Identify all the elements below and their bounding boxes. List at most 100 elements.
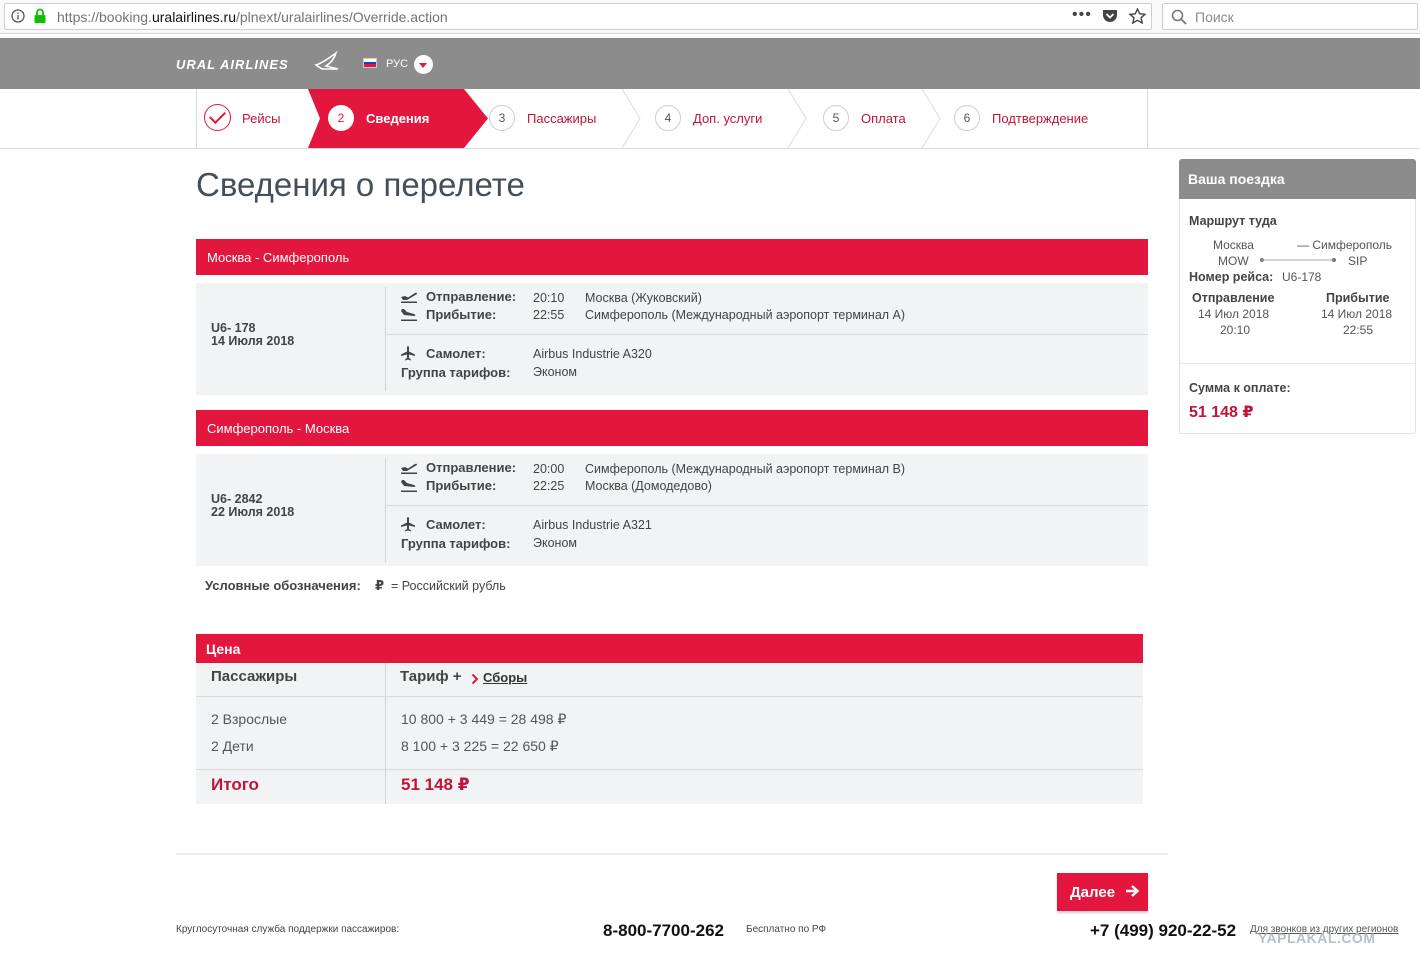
divider bbox=[385, 458, 386, 562]
fare-calculation: 10 800 + 3 449 = 28 498 ₽ bbox=[401, 711, 567, 727]
chevron-right-icon bbox=[471, 672, 479, 690]
steps-right-border bbox=[1147, 89, 1148, 148]
search-placeholder: Поиск bbox=[1195, 9, 1234, 25]
language-label: РУС bbox=[386, 58, 409, 70]
step-separator bbox=[621, 89, 641, 148]
language-dropdown-button[interactable] bbox=[414, 55, 433, 74]
passenger-type: 2 Взрослые bbox=[211, 711, 288, 727]
step-separator bbox=[921, 89, 941, 148]
segment-route-header: Москва - Симферополь bbox=[196, 239, 1148, 275]
to-code: SIP bbox=[1348, 254, 1368, 268]
flight-number: U6- 2842 bbox=[211, 492, 263, 506]
plane-icon bbox=[400, 516, 416, 537]
bookmark-star-icon[interactable] bbox=[1128, 7, 1147, 29]
flight-number: U6- 178 bbox=[211, 321, 256, 335]
arrival-time: 22:25 bbox=[533, 479, 565, 493]
step-confirmation[interactable]: Подтверждение bbox=[992, 111, 1088, 126]
divider bbox=[385, 287, 386, 391]
step-number-3: 3 bbox=[489, 105, 515, 131]
step-passengers[interactable]: Пассажиры bbox=[527, 111, 596, 126]
ruble-symbol: ₽ bbox=[375, 578, 385, 593]
flight-date: 14 Июля 2018 bbox=[211, 334, 295, 348]
fees-link[interactable]: Сборы bbox=[483, 670, 527, 685]
segment-route: Москва - Симферополь bbox=[207, 250, 350, 265]
support-text: Круглосуточная служба поддержки пассажир… bbox=[176, 924, 400, 935]
step-extras[interactable]: Доп. услуги bbox=[693, 111, 762, 126]
flight-date: 22 Июля 2018 bbox=[211, 505, 295, 519]
steps-left-border bbox=[196, 89, 197, 148]
route-line-icon bbox=[1260, 258, 1336, 262]
route-label: Маршрут туда bbox=[1189, 214, 1277, 228]
legend-text: = Российский рубль bbox=[391, 579, 506, 593]
logo[interactable]: URAL AIRLINES bbox=[176, 57, 289, 72]
divider bbox=[385, 663, 386, 804]
more-actions-icon[interactable]: ••• bbox=[1072, 6, 1092, 24]
search-bar[interactable]: Поиск bbox=[1162, 3, 1418, 30]
step-flights[interactable]: Рейсы bbox=[242, 111, 280, 126]
russia-flag-icon bbox=[363, 58, 377, 68]
departure-date: 14 Июл 2018 bbox=[1198, 307, 1270, 321]
aircraft-type: Airbus Industrie A321 bbox=[533, 518, 652, 532]
fare-group-label: Группа тарифов: bbox=[401, 536, 511, 551]
arrival-time: 22:55 bbox=[1343, 323, 1374, 337]
departure-airport: Москва (Жуковский) bbox=[585, 291, 702, 305]
arrival-date: 14 Июл 2018 bbox=[1321, 307, 1393, 321]
takeoff-icon bbox=[400, 289, 418, 308]
segment-route: Симферополь - Москва bbox=[207, 421, 350, 436]
departure-label: Отправление: bbox=[426, 460, 517, 475]
step-separator bbox=[787, 89, 807, 148]
fare-calculation: 8 100 + 3 225 = 22 650 ₽ bbox=[401, 738, 559, 754]
next-button[interactable]: Далее bbox=[1057, 873, 1148, 911]
footer-divider bbox=[176, 853, 1168, 855]
step-number-4: 4 bbox=[655, 105, 681, 131]
from-code: MOW bbox=[1218, 254, 1249, 268]
arrival-airport: Симферополь (Международный аэропорт терм… bbox=[585, 308, 906, 322]
from-city: Москва bbox=[1213, 238, 1254, 252]
watermark: YAPLAKAL.COM bbox=[1258, 930, 1376, 946]
landing-icon bbox=[400, 478, 418, 497]
fare-group-value: Эконом bbox=[533, 365, 577, 379]
to-city: — Симферополь bbox=[1297, 238, 1393, 252]
free-phone-note: Бесплатно по РФ bbox=[746, 924, 827, 935]
arrival-airport: Москва (Домодедово) bbox=[585, 479, 712, 493]
free-phone[interactable]: 8-800-7700-262 bbox=[603, 921, 724, 941]
arrival-label: Прибытие: bbox=[426, 478, 497, 493]
landing-icon bbox=[400, 307, 418, 326]
pocket-icon[interactable] bbox=[1102, 9, 1118, 29]
fare-group-value: Эконом bbox=[533, 536, 577, 550]
arrival-heading: Прибытие bbox=[1326, 291, 1390, 305]
url-text[interactable]: https://booking.uralairlines.ru/plnext/u… bbox=[57, 9, 448, 25]
step-number-6: 6 bbox=[954, 105, 980, 131]
address-bar[interactable]: https://booking.uralairlines.ru/plnext/u… bbox=[4, 3, 1152, 30]
total-value: 51 148 ₽ bbox=[401, 775, 470, 794]
step-number-2: 2 bbox=[328, 105, 354, 131]
arrow-right-icon bbox=[1125, 884, 1140, 902]
total-label: Итого bbox=[211, 775, 259, 794]
fare-column-header: Тариф + bbox=[400, 668, 462, 685]
other-regions-phone[interactable]: +7 (499) 920-22-52 bbox=[1090, 921, 1236, 941]
step-details[interactable]: Сведения bbox=[366, 111, 429, 126]
divider bbox=[196, 696, 1143, 697]
next-button-label: Далее bbox=[1070, 883, 1116, 901]
flight-number-value: U6-178 bbox=[1282, 270, 1322, 284]
search-icon bbox=[1171, 9, 1187, 30]
step-done-check-icon bbox=[204, 104, 231, 131]
plane-icon bbox=[400, 345, 416, 366]
step-number-5: 5 bbox=[823, 105, 849, 131]
arrival-time: 22:55 bbox=[533, 308, 565, 322]
trip-summary-title: Ваша поездка bbox=[1188, 171, 1285, 187]
departure-time: 20:00 bbox=[533, 462, 565, 476]
info-icon[interactable] bbox=[11, 9, 25, 28]
departure-label: Отправление: bbox=[426, 289, 517, 304]
logo-bird-icon bbox=[314, 50, 340, 78]
page-title: Сведения о перелете bbox=[196, 166, 525, 203]
trip-summary-header: Ваша поездка bbox=[1179, 159, 1416, 199]
passengers-column-header: Пассажиры bbox=[211, 668, 298, 685]
step-payment[interactable]: Оплата bbox=[861, 111, 906, 126]
departure-time: 20:10 bbox=[1220, 323, 1251, 337]
logo-text: URAL AIRLINES bbox=[176, 57, 289, 72]
departure-heading: Отправление bbox=[1192, 291, 1275, 305]
segment-route-header: Симферополь - Москва bbox=[196, 410, 1148, 446]
departure-airport: Симферополь (Международный аэропорт терм… bbox=[585, 462, 906, 476]
aircraft-type: Airbus Industrie A320 bbox=[533, 347, 652, 361]
